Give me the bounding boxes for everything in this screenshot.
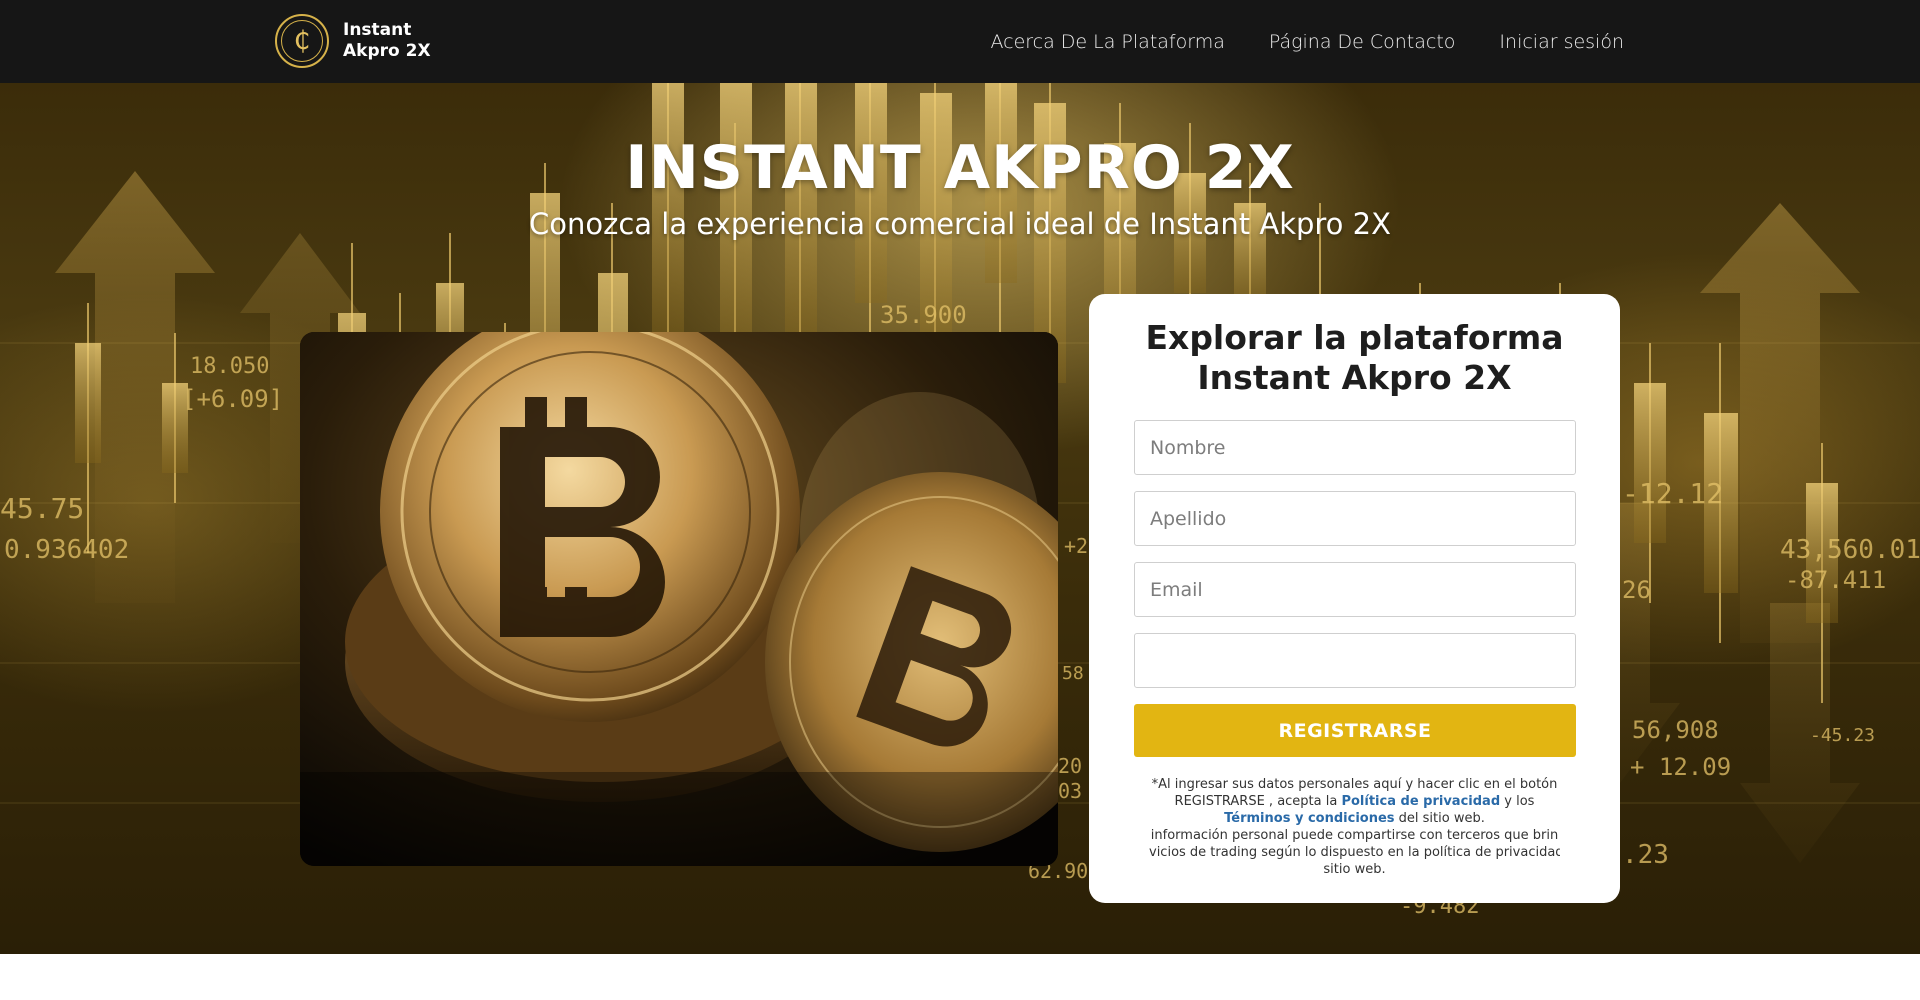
bg-number: 20 [1058, 754, 1082, 778]
bg-number: [+6.09] [182, 385, 283, 413]
bg-number: -45.23 [1810, 725, 1875, 746]
bg-number: -12.12 [1622, 477, 1723, 510]
bg-number: 58 [1062, 663, 1084, 684]
bg-number: 35.900 [880, 301, 967, 329]
bg-number: +2 [1064, 534, 1088, 558]
bitcoin-coins-image [300, 332, 1058, 866]
registration-form: Explorar la plataforma Instant Akpro 2X … [1089, 294, 1620, 903]
bg-number: 43,560.01 [1780, 535, 1920, 565]
hero-subtitle: Conozca la experiencia comercial ideal d… [529, 207, 1391, 241]
disclaimer-line: información personal puede compartirse c… [1150, 828, 1559, 843]
disclaimer-line: sitio web. [1323, 862, 1386, 877]
bg-number: -87.411 [1785, 566, 1886, 594]
bg-number: 45.75 [0, 492, 84, 525]
logo-glyph: ₵ [293, 26, 311, 56]
phone-input[interactable] [1134, 633, 1576, 688]
bg-number: 0.936402 [4, 535, 129, 565]
disclaimer-line: *Al ingresar sus datos personales aquí y… [1151, 777, 1558, 792]
privacy-policy-link[interactable]: Política de privacidad [1341, 794, 1500, 809]
disclaimer-line: del sitio web. [1394, 811, 1485, 826]
brand-name-line1: Instant [343, 20, 412, 40]
bg-number: + 12.09 [1630, 753, 1731, 781]
coin-logo-icon: ₵ [275, 14, 329, 68]
register-button[interactable]: REGISTRARSE [1134, 704, 1576, 757]
bg-number: .23 [1622, 840, 1669, 870]
hero-title: INSTANT AKPRO 2X [625, 133, 1295, 203]
first-name-input[interactable] [1134, 420, 1576, 475]
nav-links: Acerca De La Plataforma Página De Contac… [946, 0, 1624, 83]
bg-number: 03 [1058, 779, 1082, 803]
top-navbar: ₵ Instant Akpro 2X Acerca De La Platafor… [0, 0, 1920, 83]
terms-link[interactable]: Términos y condiciones [1224, 811, 1394, 826]
nav-link-contact[interactable]: Página De Contacto [1269, 31, 1456, 53]
nav-link-about[interactable]: Acerca De La Plataforma [990, 31, 1224, 53]
disclaimer-line: REGISTRARSE , acepta la [1174, 794, 1342, 809]
disclaimer-line: vicios de trading según lo dispuesto en … [1149, 845, 1560, 860]
disclaimer-text: *Al ingresar sus datos personales aquí y… [1149, 776, 1560, 878]
form-title-line2: Instant Akpro 2X [1197, 358, 1512, 397]
disclaimer-line: y los [1500, 794, 1535, 809]
bg-number: 26 [1622, 576, 1651, 604]
email-input[interactable] [1134, 562, 1576, 617]
nav-link-login[interactable]: Iniciar sesión [1499, 31, 1624, 53]
bg-number: 56,908 [1632, 716, 1719, 744]
hero-section: 18.050 [+6.09] 45.75 0.936402 35.900 -12… [0, 83, 1920, 954]
form-title: Explorar la plataforma Instant Akpro 2X [1089, 318, 1620, 398]
brand-logo[interactable]: ₵ Instant Akpro 2X [275, 14, 431, 68]
bg-number: 18.050 [190, 354, 269, 379]
brand-name: Instant Akpro 2X [343, 20, 431, 62]
form-title-line1: Explorar la plataforma [1145, 318, 1564, 357]
brand-name-line2: Akpro 2X [343, 41, 431, 61]
last-name-input[interactable] [1134, 491, 1576, 546]
